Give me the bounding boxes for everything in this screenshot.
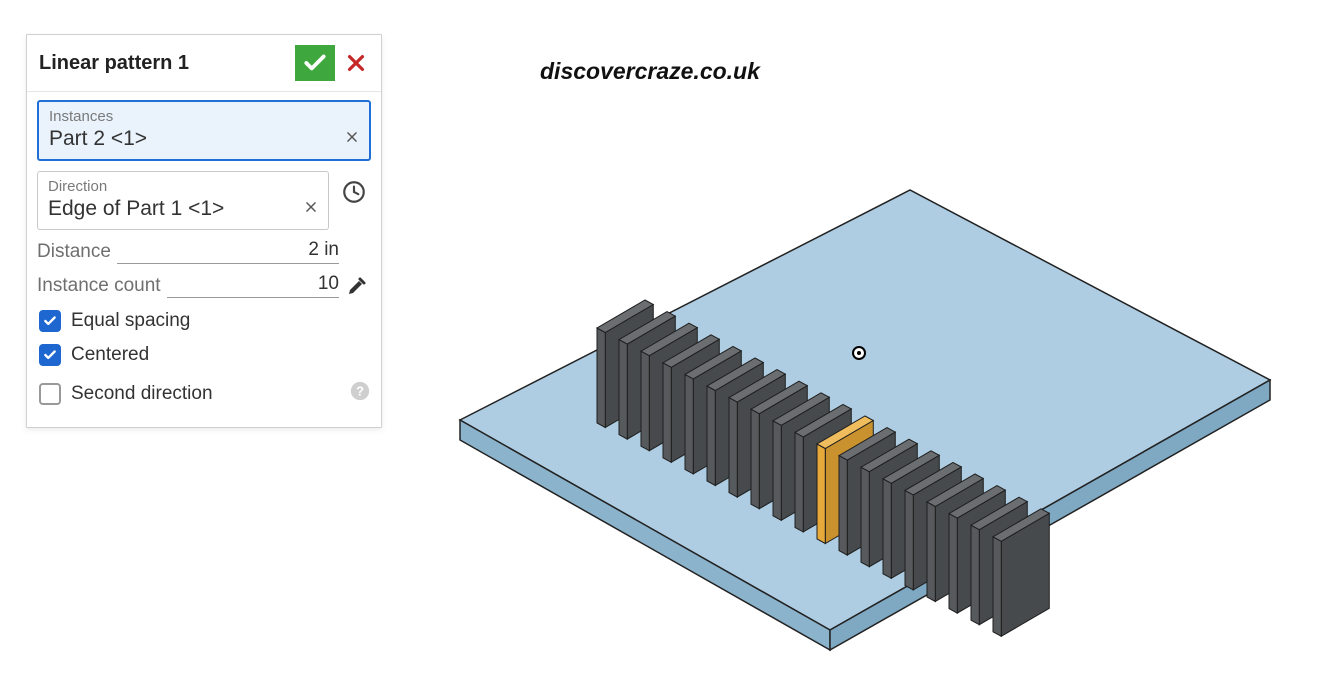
instances-field[interactable]: Instances Part 2 <1> (37, 100, 371, 161)
instance-count-value: 10 (318, 273, 339, 297)
x-icon (304, 200, 318, 214)
cancel-button[interactable] (341, 45, 371, 81)
help-button[interactable]: ? (349, 380, 371, 407)
eyedropper-button[interactable] (343, 274, 371, 298)
question-icon: ? (349, 380, 371, 402)
direction-history-button[interactable] (337, 175, 371, 209)
instance-count-row: Instance count 10 (37, 274, 371, 298)
second-direction-row[interactable]: Second direction ? (39, 380, 371, 407)
centered-checkbox[interactable] (39, 344, 61, 366)
equal-spacing-checkbox[interactable] (39, 310, 61, 332)
equal-spacing-label: Equal spacing (71, 310, 190, 332)
second-direction-checkbox[interactable] (39, 383, 61, 405)
centered-label: Centered (71, 344, 149, 366)
clear-instances-button[interactable] (345, 128, 359, 149)
second-direction-label: Second direction (71, 383, 213, 405)
close-icon (345, 52, 367, 74)
centered-row[interactable]: Centered (39, 344, 371, 366)
clear-direction-button[interactable] (304, 198, 318, 219)
linear-pattern-dialog: Linear pattern 1 Instances Part 2 <1> Di… (26, 34, 382, 428)
clock-icon (341, 179, 367, 205)
equal-spacing-row[interactable]: Equal spacing (39, 310, 371, 332)
distance-input[interactable]: 2 in (117, 240, 339, 264)
direction-field[interactable]: Direction Edge of Part 1 <1> (37, 171, 329, 230)
distance-label: Distance (37, 241, 111, 263)
svg-text:?: ? (356, 384, 364, 399)
instance-count-input[interactable]: 10 (167, 274, 339, 298)
viewport-3d[interactable] (400, 70, 1300, 690)
dialog-header: Linear pattern 1 (27, 35, 381, 92)
distance-row: Distance 2 in (37, 240, 371, 264)
direction-label: Direction (48, 178, 318, 195)
instance-count-label: Instance count (37, 275, 161, 297)
eyedropper-icon (345, 274, 369, 298)
dialog-body: Instances Part 2 <1> Direction Edge of P… (27, 92, 381, 427)
instances-value: Part 2 <1> (49, 127, 359, 151)
instances-label: Instances (49, 108, 359, 125)
check-icon (302, 50, 328, 76)
accept-button[interactable] (295, 45, 335, 81)
x-icon (345, 130, 359, 144)
distance-value: 2 in (308, 239, 339, 263)
check-icon (43, 348, 57, 362)
pattern-origin-marker-dot (857, 351, 861, 355)
direction-value: Edge of Part 1 <1> (48, 197, 318, 221)
dialog-title: Linear pattern 1 (39, 52, 295, 75)
check-icon (43, 314, 57, 328)
